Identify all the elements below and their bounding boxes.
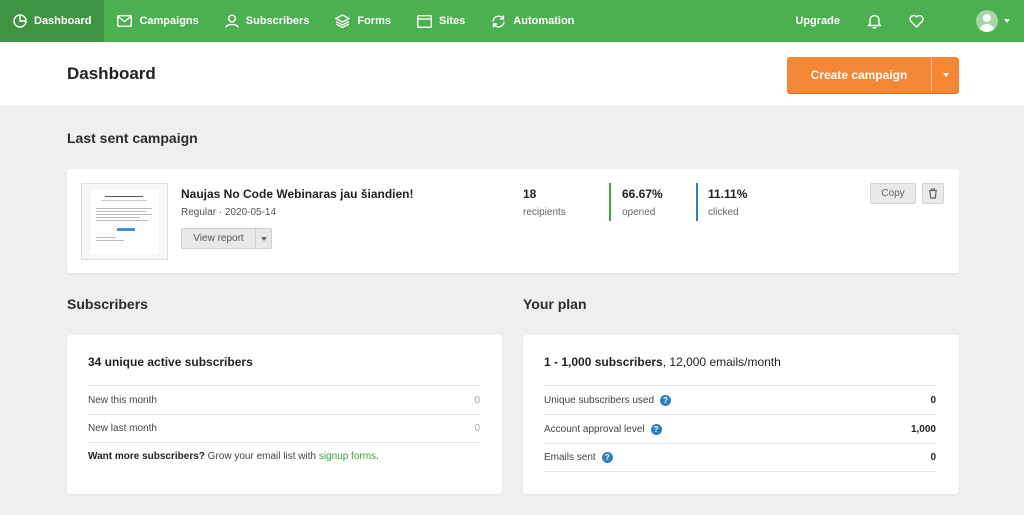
nav-item-campaigns[interactable]: Campaigns (104, 0, 211, 42)
copy-button[interactable]: Copy (870, 183, 916, 204)
campaign-meta: Regular · 2020-05-14 (181, 207, 277, 218)
table-row: New last month 0 (88, 414, 480, 443)
nav-label-subscribers: Subscribers (245, 15, 310, 27)
row-label: New last month (88, 423, 157, 434)
row-value: 0 (930, 452, 936, 463)
nav-label-sites: Sites (438, 15, 466, 27)
help-icon[interactable]: ? (601, 452, 613, 463)
stat-clicked-label: clicked (708, 207, 739, 218)
signup-forms-link[interactable]: signup forms (319, 451, 376, 462)
plan-card: 1 - 1,000 subscribers, 12,000 emails/mon… (523, 335, 959, 494)
chevron-down-icon (1004, 19, 1010, 23)
create-campaign-label[interactable]: Create campaign (787, 57, 931, 93)
chevron-down-icon (942, 73, 949, 77)
stat-clicked: 11.11% clicked (708, 187, 747, 218)
nav-label-automation: Automation (513, 15, 575, 27)
create-campaign-button[interactable]: Create campaign (787, 57, 959, 93)
plan-heading: 1 - 1,000 subscribers, 12,000 emails/mon… (544, 355, 781, 369)
nav-item-dashboard[interactable]: Dashboard (0, 0, 105, 42)
footer-end: . (376, 451, 379, 462)
row-value: 0 (474, 423, 480, 434)
stat-clicked-value: 11.11% (708, 187, 748, 201)
nav-item-forms[interactable]: Forms (322, 0, 404, 42)
row-label: Account approval level (544, 423, 645, 435)
sync-icon (492, 14, 505, 28)
table-row: Unique subscribers used? 0 (544, 385, 936, 414)
row-value: 1,000 (910, 423, 936, 435)
table-row: Emails sent? 0 (544, 443, 936, 472)
view-report-label[interactable]: View report (182, 229, 255, 248)
upgrade-link[interactable]: Upgrade (795, 15, 840, 27)
campaign-name[interactable]: Naujas No Code Webinaras jau šiandien! (181, 187, 414, 201)
nav-item-sites[interactable]: Sites (404, 0, 478, 42)
clicked-indicator-bar (696, 183, 698, 221)
heart-icon[interactable] (909, 14, 924, 28)
chevron-down-icon (260, 236, 267, 241)
stat-opened-value: 66.67% (622, 187, 663, 201)
row-label: New this month (88, 394, 157, 406)
row-value: 0 (474, 394, 480, 406)
user-icon (225, 14, 239, 28)
row-label: Emails sent (544, 452, 596, 463)
campaign-thumbnail[interactable] (81, 183, 168, 260)
dashboard-icon (13, 14, 27, 28)
view-report-dropdown[interactable] (255, 229, 271, 248)
row-value: 0 (930, 394, 936, 406)
account-menu[interactable] (976, 10, 1010, 32)
trash-icon (929, 188, 937, 199)
plan-section-title: Your plan (523, 296, 587, 312)
subscribers-section-title: Subscribers (67, 296, 148, 312)
plan-heading-rest: , 12,000 emails/month (662, 355, 781, 369)
table-row: Account approval level? 1,000 (544, 414, 936, 443)
active-subscribers-heading: 34 unique active subscribers (88, 355, 253, 369)
table-row: New this month 0 (88, 385, 480, 414)
subscribers-card: 34 unique active subscribers New this mo… (67, 335, 502, 494)
plan-heading-bold: 1 - 1,000 subscribers (544, 355, 663, 369)
stat-recipients-value: 18 (523, 187, 537, 201)
browser-icon (416, 14, 432, 28)
notifications-bell-icon[interactable] (867, 13, 882, 29)
stat-recipients-label: recipients (523, 207, 566, 218)
mail-icon (117, 15, 133, 27)
last-campaign-section-title: Last sent campaign (67, 130, 198, 146)
nav-item-automation[interactable]: Automation (478, 0, 587, 42)
create-campaign-dropdown[interactable] (931, 57, 959, 93)
help-icon[interactable]: ? (660, 394, 672, 406)
nav-label-forms: Forms (357, 15, 391, 27)
footer-text: Grow your email list with (204, 451, 319, 462)
delete-button[interactable] (922, 183, 944, 204)
nav-label-dashboard: Dashboard (34, 15, 92, 27)
stat-opened-label: opened (622, 207, 656, 218)
avatar (976, 10, 998, 32)
view-report-button[interactable]: View report (181, 228, 272, 249)
layers-icon (335, 14, 351, 28)
stat-recipients: 18 recipients (523, 187, 566, 218)
opened-indicator-bar (609, 183, 611, 221)
row-label: Unique subscribers used (544, 394, 655, 406)
stat-opened: 66.67% opened (622, 187, 663, 218)
nav-item-subscribers[interactable]: Subscribers (212, 0, 323, 42)
last-campaign-card: Naujas No Code Webinaras jau šiandien! R… (67, 169, 959, 273)
page-title: Dashboard (67, 64, 156, 83)
nav-label-campaigns: Campaigns (139, 15, 199, 27)
top-navigation: Dashboard Campaigns Subscribers Forms Si… (0, 0, 1024, 42)
subscribers-footer: Want more subscribers? Grow your email l… (88, 451, 379, 462)
footer-bold: Want more subscribers? (88, 451, 205, 462)
page-header: Dashboard Create campaign (0, 42, 1024, 107)
help-icon[interactable]: ? (650, 423, 662, 435)
